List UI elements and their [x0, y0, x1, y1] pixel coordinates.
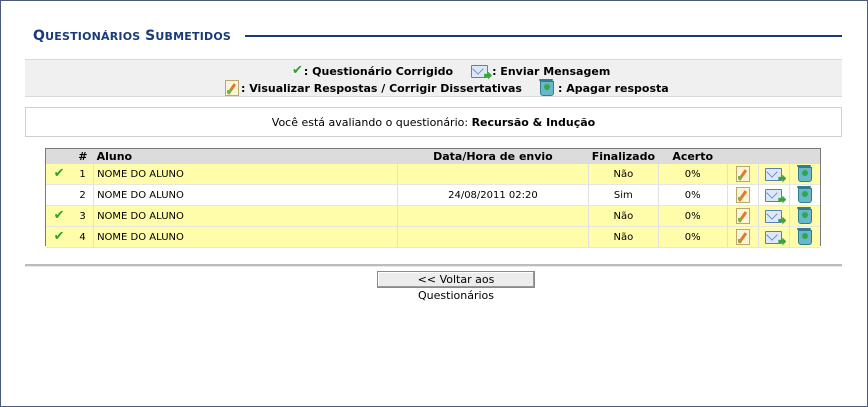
table-row: ✔ 4 NOME DO ALUNO Não 0% — [46, 226, 820, 248]
row-acerto: 0% — [657, 164, 728, 185]
edit-icon[interactable] — [735, 229, 750, 245]
table-header: # Aluno Data/Hora de envio Finalizado Ac… — [46, 149, 820, 164]
legend-corrigido: ✔: Questionário Corrigido — [292, 64, 453, 78]
legend-enviar: : Enviar Mensagem — [471, 64, 611, 80]
envelope-icon[interactable] — [765, 209, 787, 225]
header-action-2 — [758, 149, 790, 164]
status-cell: ✔ — [46, 164, 73, 185]
check-icon: ✔ — [292, 63, 303, 78]
status-cell — [46, 184, 73, 206]
delete-answer-cell — [788, 226, 820, 248]
legend-row-2: : Visualizar Respostas / Corrigir Disser… — [225, 78, 669, 96]
row-aluno: NOME DO ALUNO — [93, 226, 398, 248]
row-finalizado: Não — [588, 205, 659, 227]
legend-row-1: ✔: Questionário Corrigido : Enviar Mensa… — [292, 64, 611, 80]
back-to-questionarios-button[interactable]: << Voltar aos Questionários — [377, 271, 535, 302]
row-data — [396, 226, 589, 248]
legend-panel: ✔: Questionário Corrigido : Enviar Mensa… — [25, 59, 842, 97]
envelope-icon — [471, 64, 493, 80]
edit-icon[interactable] — [735, 208, 750, 224]
row-data: 24/08/2011 02:20 — [396, 184, 589, 206]
status-cell: ✔ — [46, 205, 73, 227]
trash-icon[interactable] — [796, 206, 812, 224]
header-aluno: Aluno — [93, 149, 398, 164]
row-acerto: 0% — [657, 184, 728, 206]
row-acerto: 0% — [657, 226, 728, 248]
view-answers-cell — [726, 164, 759, 185]
questionario-name: Recursão & Indução — [471, 116, 596, 129]
row-num: 2 — [72, 184, 94, 206]
trash-icon[interactable] — [796, 164, 812, 182]
send-message-cell — [757, 164, 790, 185]
envelope-icon[interactable] — [765, 188, 787, 204]
row-aluno: NOME DO ALUNO — [93, 184, 398, 206]
trash-icon[interactable] — [796, 185, 812, 203]
legend-apagar: : Apagar resposta — [538, 78, 669, 96]
check-icon: ✔ — [53, 208, 65, 223]
row-finalizado: Sim — [588, 184, 659, 206]
legend-enviar-label: : Enviar Mensagem — [492, 64, 611, 78]
check-icon: ✔ — [53, 229, 65, 244]
info-box: Você está avaliando o questionário: Recu… — [25, 107, 842, 137]
header-acerto: Acerto — [658, 149, 728, 164]
header-num: # — [72, 149, 94, 164]
edit-icon[interactable] — [735, 166, 750, 182]
section-divider — [25, 264, 842, 267]
row-finalizado: Não — [588, 164, 659, 185]
delete-answer-cell — [788, 184, 820, 206]
status-cell: ✔ — [46, 226, 73, 248]
row-data — [396, 205, 589, 227]
table-row: 2 NOME DO ALUNO 24/08/2011 02:20 Sim 0% — [46, 184, 820, 206]
submissions-table: # Aluno Data/Hora de envio Finalizado Ac… — [45, 148, 821, 248]
row-num: 1 — [72, 164, 94, 185]
delete-answer-cell — [788, 205, 820, 227]
envelope-icon[interactable] — [765, 230, 787, 246]
header-data: Data/Hora de envio — [397, 149, 589, 164]
table-row: ✔ 1 NOME DO ALUNO Não 0% — [46, 164, 820, 185]
check-icon: ✔ — [53, 166, 65, 181]
row-num: 3 — [72, 205, 94, 227]
header-status — [46, 149, 73, 164]
send-message-cell — [757, 184, 790, 206]
send-message-cell — [757, 205, 790, 227]
header-action-1 — [727, 149, 759, 164]
page-title: QUESTIONÁRIOS SUBMETIDOS — [33, 28, 231, 44]
trash-icon — [538, 78, 554, 96]
header-action-3 — [789, 149, 820, 164]
legend-visualizar: : Visualizar Respostas / Corrigir Disser… — [225, 80, 522, 96]
legend-apagar-label: : Apagar resposta — [557, 81, 669, 95]
table-row: ✔ 3 NOME DO ALUNO Não 0% — [46, 205, 820, 227]
delete-answer-cell — [788, 164, 820, 185]
edit-icon[interactable] — [735, 187, 750, 203]
row-acerto: 0% — [657, 205, 728, 227]
send-message-cell — [757, 226, 790, 248]
view-answers-cell — [726, 226, 759, 248]
envelope-icon[interactable] — [765, 167, 787, 183]
row-finalizado: Não — [588, 226, 659, 248]
trash-icon[interactable] — [796, 227, 812, 245]
legend-corrigido-label: : Questionário Corrigido — [303, 64, 454, 78]
view-answers-cell — [726, 205, 759, 227]
row-data — [396, 164, 589, 185]
title-divider — [245, 35, 842, 37]
edit-icon — [225, 80, 239, 96]
info-prefix: Você está avaliando o questionário: — [271, 116, 469, 129]
header-finalizado: Finalizado — [588, 149, 659, 164]
view-answers-cell — [726, 184, 759, 206]
row-num: 4 — [72, 226, 94, 248]
legend-visualizar-label: : Visualizar Respostas / Corrigir Disser… — [241, 81, 522, 95]
row-aluno: NOME DO ALUNO — [93, 205, 398, 227]
row-aluno: NOME DO ALUNO — [93, 164, 398, 185]
